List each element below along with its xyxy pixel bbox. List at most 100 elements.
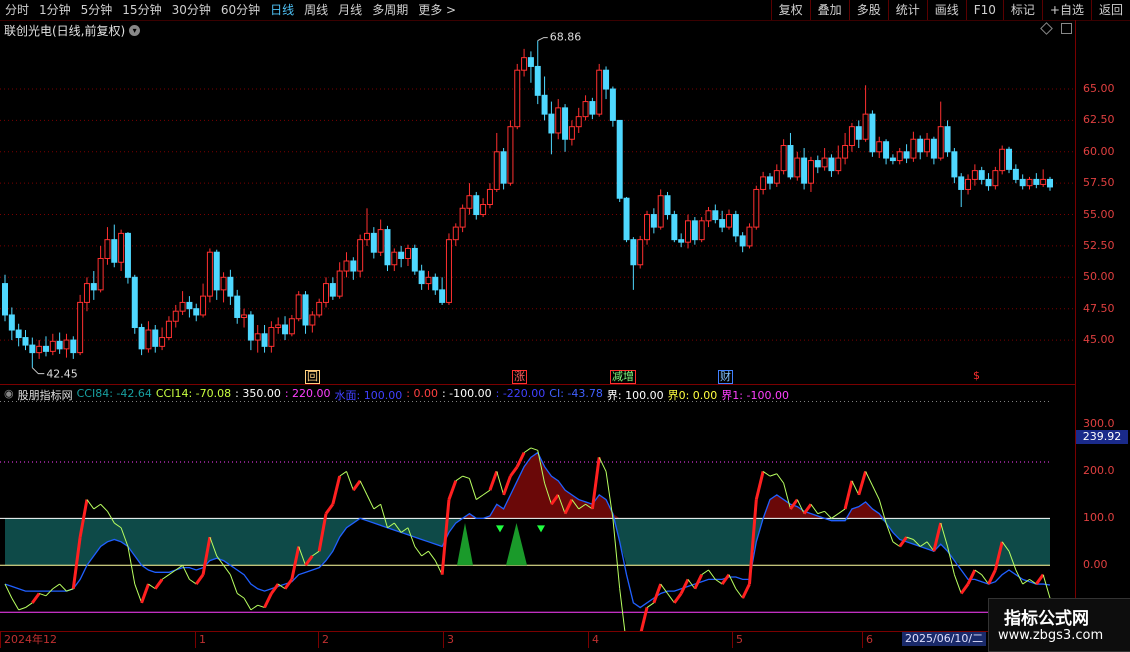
cci14-segment <box>243 597 252 611</box>
candle-body <box>534 65 541 96</box>
toolbar-button-7[interactable]: +自选 <box>1041 0 1091 20</box>
price-tick: 55.00 <box>1083 207 1115 221</box>
price-axis: 65.00 62.50 60.00 57.50 55.00 52.50 50.00 47.50… <box>1076 20 1130 384</box>
down-arrow-icon <box>496 525 504 533</box>
price-tick: 47.50 <box>1083 301 1115 315</box>
candle-body <box>309 314 316 326</box>
price-tick: 65.00 <box>1083 82 1115 96</box>
cci14-segment <box>195 573 205 585</box>
toolbar-button-0[interactable]: 复权 <box>770 0 810 20</box>
toolbar-button-2[interactable]: 多股 <box>848 0 888 20</box>
toolbar-button-3[interactable]: 统计 <box>887 0 927 20</box>
candle-body <box>22 337 29 346</box>
cci14-segment <box>509 465 519 477</box>
candle-body <box>63 339 70 350</box>
candle-body <box>917 138 924 153</box>
toolbar-button-1[interactable]: 叠加 <box>809 0 849 20</box>
toolbar-button-6[interactable]: 标记 <box>1002 0 1042 20</box>
indicator-tick: 300.0 <box>1083 417 1115 431</box>
tab-8[interactable]: 月线 <box>333 0 367 20</box>
cci14-segment <box>762 470 771 477</box>
cci14-segment <box>966 569 977 585</box>
function-buttons: 复权 叠加 多股 统计 画线 F10 标记 +自选 返回 <box>770 0 1130 20</box>
tab-10[interactable]: 更多 > <box>413 0 461 20</box>
candle-body <box>555 107 562 134</box>
tab-4[interactable]: 30分钟 <box>167 0 216 20</box>
candle-body <box>657 195 664 228</box>
candle-body <box>801 157 808 184</box>
candlestick-chart[interactable]: 68.86 42.45 <box>0 20 1075 384</box>
candle-body <box>630 239 637 266</box>
candle-body <box>445 239 452 303</box>
candle-body <box>637 239 644 266</box>
candle-body <box>206 251 213 297</box>
candle-body <box>705 210 712 222</box>
candle-body <box>398 251 405 259</box>
candle-body <box>924 138 931 153</box>
cci14-segment <box>66 588 74 592</box>
cci14-segment <box>455 475 463 482</box>
tab-2[interactable]: 5分钟 <box>76 0 118 20</box>
candle-body <box>794 157 801 178</box>
cci14-segment <box>31 592 41 604</box>
candle-body <box>780 145 787 172</box>
candle-body <box>807 160 814 184</box>
tab-3[interactable]: 15分钟 <box>117 0 166 20</box>
cci14-segment <box>86 499 95 510</box>
toolbar-button-4[interactable]: 画线 <box>926 0 966 20</box>
cci14-segment <box>523 447 532 454</box>
tab-9[interactable]: 多周期 <box>367 0 413 20</box>
cci14-segment <box>639 607 649 631</box>
candle-body <box>1006 148 1013 170</box>
event-marker[interactable]: 减增 <box>610 370 636 384</box>
candle-body <box>951 151 958 178</box>
cci14-segment <box>346 471 354 491</box>
high-pointer <box>537 37 548 42</box>
cci14-segment <box>530 447 538 451</box>
cci14-segment <box>148 583 156 590</box>
cci14-segment <box>496 471 505 496</box>
tab-0[interactable]: 分时 <box>0 0 34 20</box>
candle-body <box>36 345 43 354</box>
candle-body <box>159 337 166 347</box>
cci14-segment <box>236 593 245 599</box>
event-marker[interactable]: 财 <box>718 370 733 384</box>
cci14-segment <box>25 602 33 608</box>
indicator-tick: 0.00 <box>1083 558 1108 572</box>
candle-body <box>910 138 917 159</box>
crosshair-date: 2025/06/10/二 <box>902 632 987 646</box>
cci14-segment <box>100 503 108 512</box>
period-tabs: 分时 1分钟 5分钟 15分钟 30分钟 60分钟 日线 周线 月线 多周期 更多 > <box>0 0 771 20</box>
toolbar-button-8[interactable]: 返回 <box>1090 0 1130 20</box>
candle-body <box>295 294 302 320</box>
tab-7[interactable]: 周线 <box>299 0 333 20</box>
cci14-segment <box>93 503 101 510</box>
candle-body <box>2 283 8 316</box>
cci14-segment <box>482 489 491 496</box>
date-label: 2024年12 <box>0 632 57 648</box>
candle-body <box>77 301 84 354</box>
price-tick: 45.00 <box>1083 333 1115 347</box>
candle-body <box>582 101 589 118</box>
candle-body <box>883 141 890 159</box>
tab-1[interactable]: 1分钟 <box>34 0 76 20</box>
cci14-segment <box>263 592 273 609</box>
event-marker[interactable]: 涨 <box>512 370 527 384</box>
cci-indicator-chart[interactable] <box>0 401 1075 631</box>
cci14-segment <box>959 583 970 595</box>
cci14-segment <box>366 494 375 510</box>
tab-6[interactable]: 日线 <box>265 0 299 20</box>
candle-body <box>842 145 849 159</box>
tab-5[interactable]: 60分钟 <box>216 0 265 20</box>
cci14-segment <box>428 550 436 561</box>
candle-body <box>1033 178 1040 185</box>
event-marker[interactable]: $ <box>972 370 981 382</box>
cci14-segment <box>708 569 716 580</box>
candle-body <box>90 283 97 291</box>
event-marker[interactable]: 回 <box>305 370 320 384</box>
price-tick: 52.50 <box>1083 238 1115 252</box>
candle-body <box>903 151 910 159</box>
toolbar-button-5[interactable]: F10 <box>965 0 1003 20</box>
candle-body <box>971 170 978 180</box>
cci14-segment <box>824 510 832 519</box>
